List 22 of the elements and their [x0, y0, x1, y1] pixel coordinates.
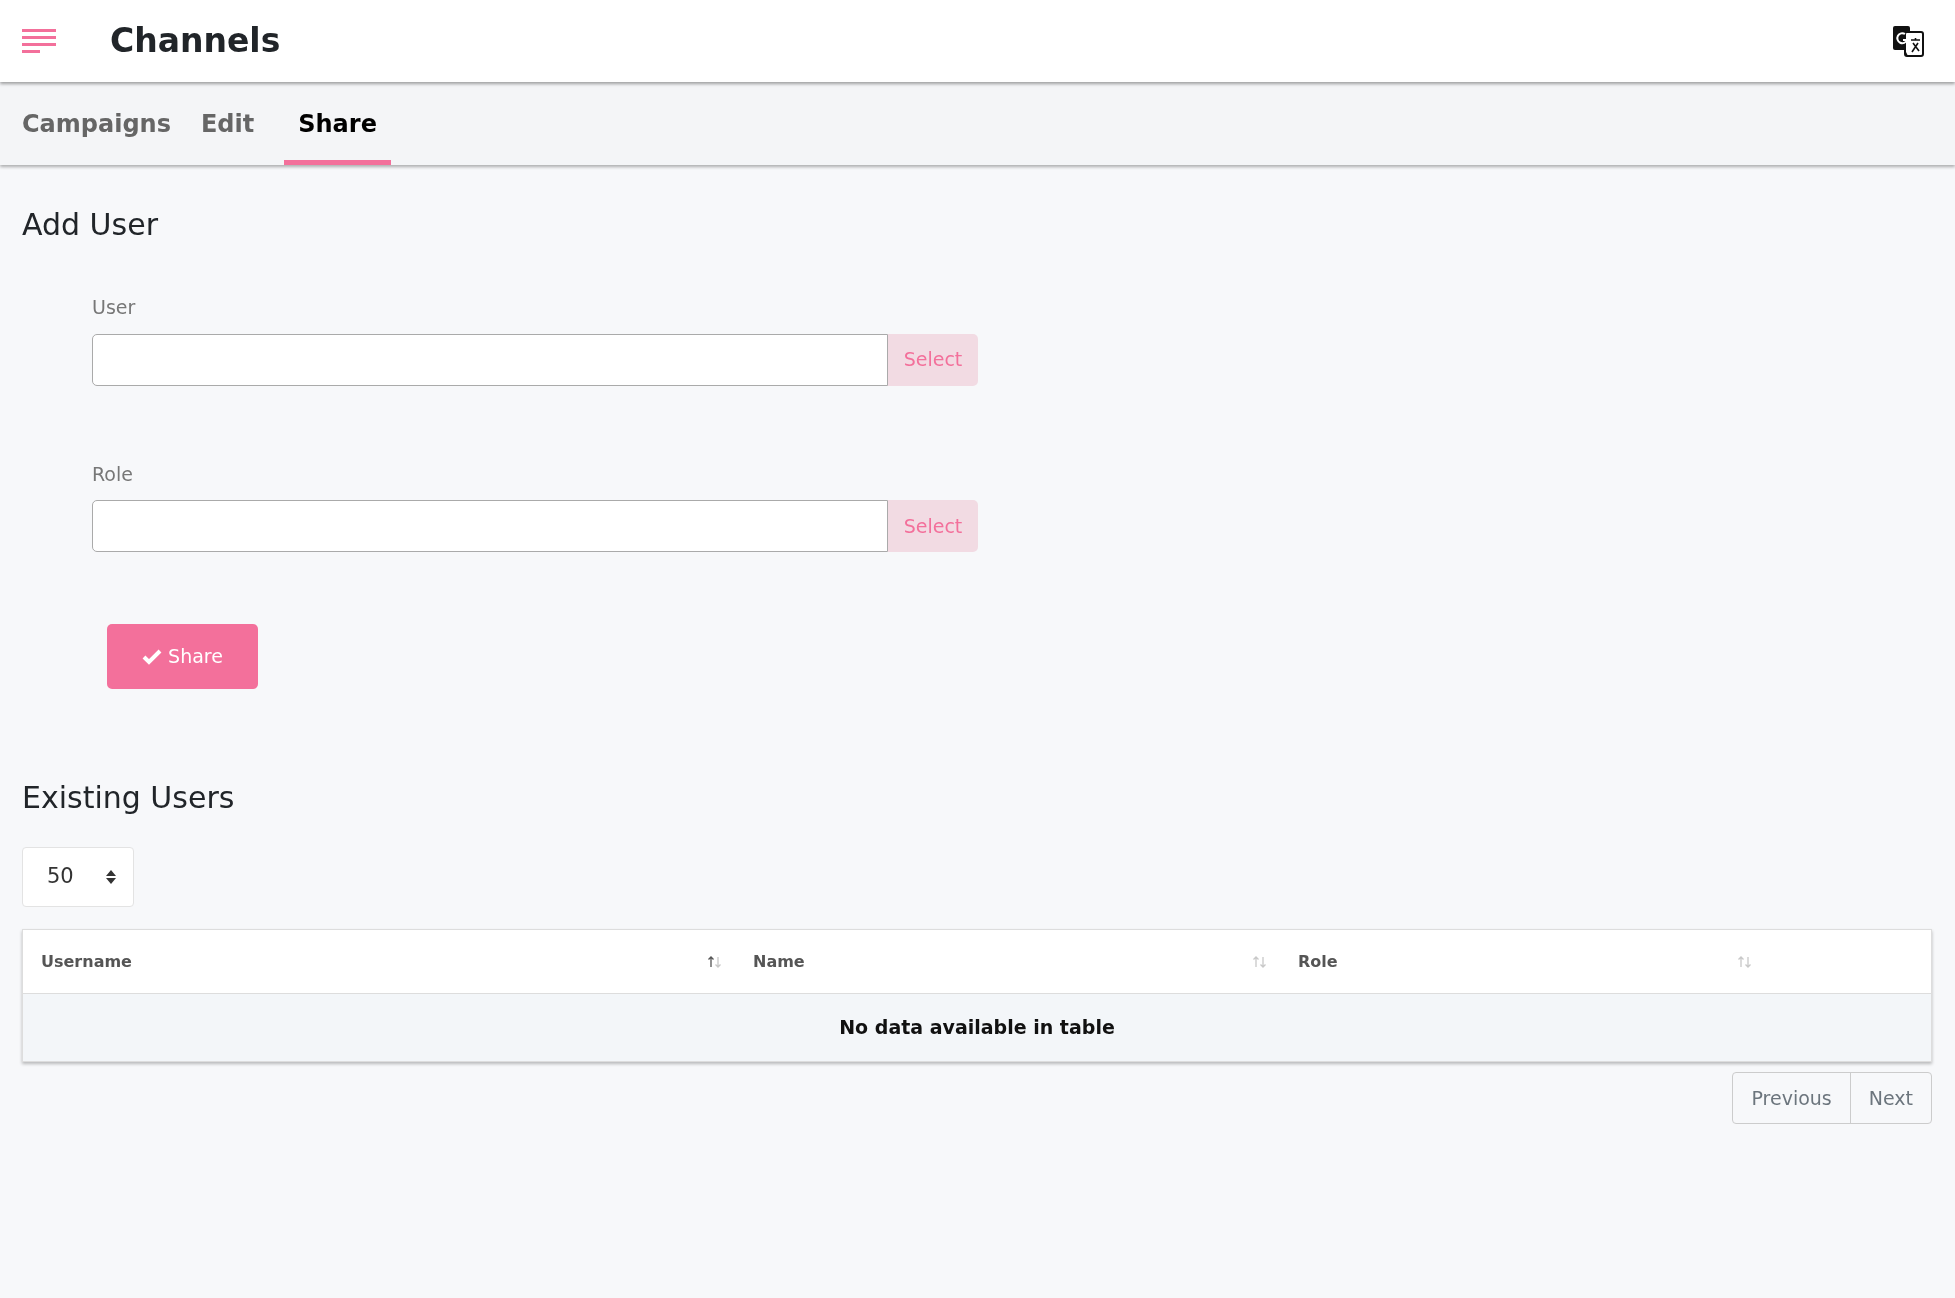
page-title: Channels	[110, 20, 281, 63]
page-size-select[interactable]: 50	[22, 847, 134, 907]
field-label: User	[92, 295, 137, 320]
empty-table-message: No data available in table	[839, 1015, 1115, 1041]
translate-icon[interactable]	[1892, 25, 1924, 57]
column-header: Username	[41, 950, 132, 973]
tab[interactable]: Share	[284, 82, 391, 165]
pagination-button[interactable]: Next	[1849, 1073, 1931, 1123]
input-field[interactable]	[92, 500, 888, 552]
column-header: Role	[1298, 950, 1338, 973]
tab[interactable]: Edit	[200, 82, 255, 165]
input-field[interactable]	[92, 333, 888, 386]
sort-caret-icon	[105, 869, 117, 885]
section-heading: Existing Users	[22, 779, 236, 817]
field-label: Role	[92, 461, 134, 487]
share-button[interactable]: Share	[107, 624, 258, 689]
pagination-button[interactable]: Previous	[1733, 1073, 1850, 1123]
tab[interactable]: Campaigns	[22, 82, 171, 165]
section-heading: Add User	[22, 206, 159, 244]
menu-icon[interactable]	[22, 29, 56, 53]
column-header: Name	[753, 950, 805, 973]
checkmark-icon	[142, 648, 163, 665]
